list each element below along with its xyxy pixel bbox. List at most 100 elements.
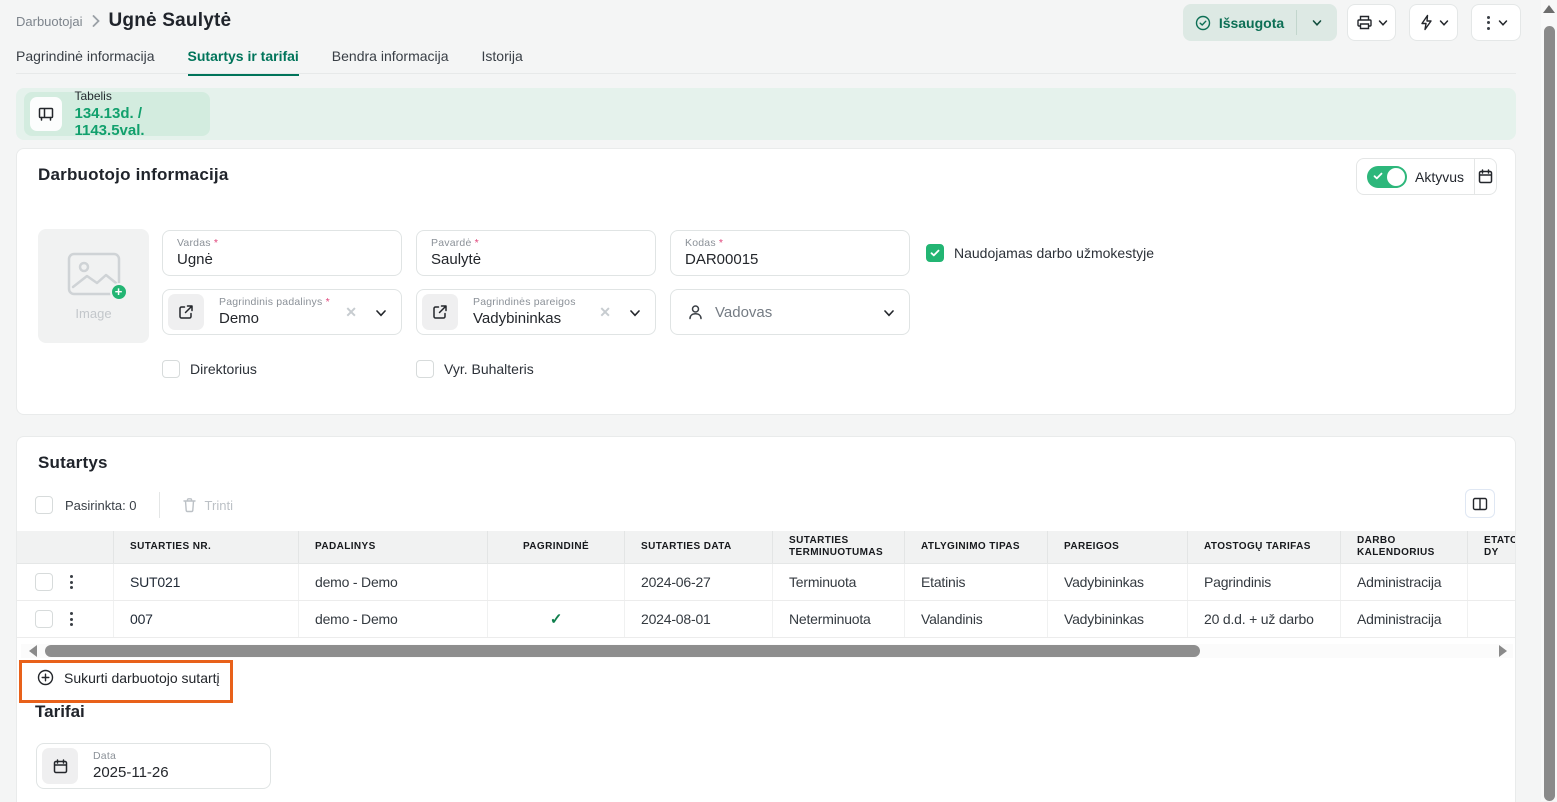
- header-pagrindine[interactable]: PAGRINDINĖ: [487, 531, 624, 563]
- code-label: Kodas: [685, 237, 716, 249]
- kebab-icon: [1484, 13, 1493, 33]
- first-name-label: Vardas: [177, 237, 211, 249]
- save-status-main[interactable]: Išsaugota: [1183, 4, 1296, 41]
- code-field[interactable]: Kodas * DAR00015: [670, 230, 910, 276]
- manager-placeholder: Vadovas: [715, 304, 772, 321]
- manager-select[interactable]: Vadovas: [670, 289, 910, 335]
- header-padalinys[interactable]: PADALINYS: [298, 531, 487, 563]
- breadcrumb: Darbuotojai Ugnė Saulytė: [16, 10, 231, 32]
- timesheet-chip[interactable]: Tabelis 134.13d. / 1143.5val.: [24, 92, 210, 136]
- vertical-scrollbar[interactable]: [1541, 0, 1557, 801]
- tab-istorija[interactable]: Istorija: [482, 48, 523, 76]
- row-checkbox[interactable]: [35, 573, 53, 591]
- external-link-icon: [432, 304, 448, 320]
- chevron-down-icon[interactable]: [375, 307, 387, 319]
- check-icon: [1372, 170, 1384, 182]
- printer-icon: [1356, 14, 1373, 31]
- header-pareigos[interactable]: PAREIGOS: [1047, 531, 1187, 563]
- tab-bendra-informacija[interactable]: Bendra informacija: [332, 48, 449, 76]
- lightning-icon: [1419, 14, 1434, 31]
- horizontal-scrollbar-thumb[interactable]: [45, 645, 1200, 657]
- active-toggle-group: Aktyvus: [1356, 158, 1497, 195]
- required-asterisk: *: [475, 237, 479, 249]
- header-etato-dydis[interactable]: ETATO DY: [1467, 531, 1515, 563]
- more-menu-button[interactable]: [1471, 4, 1521, 41]
- create-contract-button[interactable]: Sukurti darbuotojo sutartį: [37, 669, 220, 686]
- director-checkbox[interactable]: Direktorius: [162, 360, 257, 378]
- external-link-icon: [178, 304, 194, 320]
- header-terminuotumas[interactable]: SUTARTIES TERMINUOTUMAS: [772, 531, 904, 563]
- cell-darbo-kalendorius: Administracija: [1340, 601, 1467, 637]
- breadcrumb-parent-link[interactable]: Darbuotojai: [16, 14, 83, 29]
- table-row[interactable]: SUT021 demo - Demo 2024-06-27 Terminuota…: [17, 564, 1515, 601]
- activity-calendar-button[interactable]: [1475, 159, 1496, 195]
- position-select[interactable]: Pagrindinės pareigos Vadybininkas ✕: [416, 289, 656, 335]
- cell-sutarties-data: 2024-06-27: [624, 564, 772, 600]
- chevron-down-icon: [1378, 18, 1388, 28]
- cell-terminuotumas: Terminuota: [772, 564, 904, 600]
- save-status-button[interactable]: Išsaugota: [1183, 4, 1337, 41]
- row-menu-icon[interactable]: [67, 572, 76, 592]
- vertical-scrollbar-thumb[interactable]: [1544, 26, 1555, 801]
- cell-atostogu-tarifas: 20 d.d. + už darbo: [1187, 601, 1340, 637]
- contracts-table: SUTARTIES NR. PADALINYS PAGRINDINĖ SUTAR…: [17, 531, 1515, 638]
- chevron-down-icon[interactable]: [883, 307, 895, 319]
- cell-pagrindine: ✓: [487, 601, 624, 637]
- save-options-dropdown[interactable]: [1297, 4, 1337, 41]
- delete-button[interactable]: Trinti: [182, 497, 233, 513]
- last-name-field[interactable]: Pavardė * Saulytė: [416, 230, 656, 276]
- header-atostogu-tarifas[interactable]: ATOSTOGŲ TARIFAS: [1187, 531, 1340, 563]
- timesheet-iconbox: [30, 97, 62, 131]
- checkbox-checked-icon: [926, 244, 944, 262]
- active-toggle-label: Aktyvus: [1415, 169, 1464, 185]
- department-select[interactable]: Pagrindinis padalinys * Demo ✕: [162, 289, 402, 335]
- select-all-checkbox[interactable]: [35, 496, 53, 514]
- checkbox-unchecked-icon: [416, 360, 434, 378]
- first-name-field[interactable]: Vardas * Ugnė: [162, 230, 402, 276]
- cell-terminuotumas: Neterminuota: [772, 601, 904, 637]
- chief-accountant-checkbox-label: Vyr. Buhalteris: [444, 361, 534, 377]
- scroll-up-arrow[interactable]: [1543, 5, 1555, 13]
- timesheet-value: 134.13d. / 1143.5val.: [74, 105, 210, 139]
- cell-pagrindine: [487, 564, 624, 600]
- chevron-down-icon[interactable]: [629, 307, 641, 319]
- quick-actions-button[interactable]: [1409, 4, 1458, 41]
- code-value: DAR00015: [685, 251, 758, 268]
- last-name-value: Saulytė: [431, 251, 481, 268]
- clear-icon[interactable]: ✕: [599, 304, 611, 321]
- table-header-row: SUTARTIES NR. PADALINYS PAGRINDINĖ SUTAR…: [17, 531, 1515, 564]
- cell-sutarties-nr: 007: [113, 601, 298, 637]
- open-record-button[interactable]: [168, 294, 204, 330]
- cell-etatas: [1467, 601, 1515, 637]
- timesheet-title: Tabelis: [74, 89, 210, 103]
- scroll-right-arrow[interactable]: [1499, 645, 1507, 657]
- employee-info-card: Darbuotojo informacija Aktyvus + Image V…: [16, 148, 1516, 415]
- header-sutarties-nr[interactable]: SUTARTIES NR.: [113, 531, 298, 563]
- cell-atlyginimo-tipas: Valandinis: [904, 601, 1047, 637]
- row-menu-icon[interactable]: [67, 609, 76, 629]
- tab-sutartys-ir-tarifai[interactable]: Sutartys ir tarifai: [188, 48, 299, 76]
- tariff-date-field[interactable]: Data 2025-11-26: [36, 743, 271, 789]
- chief-accountant-checkbox[interactable]: Vyr. Buhalteris: [416, 360, 534, 378]
- print-button[interactable]: [1347, 4, 1396, 41]
- payroll-checkbox[interactable]: Naudojamas darbo užmokestyje: [926, 244, 1154, 262]
- header-darbo-kalendorius[interactable]: DARBO KALENDORIUS: [1340, 531, 1467, 563]
- director-checkbox-label: Direktorius: [190, 361, 257, 377]
- save-status-label: Išsaugota: [1219, 15, 1284, 31]
- chevron-down-icon: [1439, 18, 1449, 28]
- date-iconbox[interactable]: [42, 748, 78, 784]
- header-atlyginimo-tipas[interactable]: ATLYGINIMO TIPAS: [904, 531, 1047, 563]
- tab-pagrindine-informacija[interactable]: Pagrindinė informacija: [16, 48, 155, 76]
- cell-pareigos: Vadybininkas: [1047, 564, 1187, 600]
- employee-photo-upload[interactable]: + Image: [38, 229, 149, 343]
- table-row[interactable]: 007 demo - Demo ✓ 2024-08-01 Neterminuot…: [17, 601, 1515, 638]
- horizontal-scrollbar[interactable]: [21, 644, 1513, 658]
- scroll-left-arrow[interactable]: [29, 645, 37, 657]
- column-settings-button[interactable]: [1465, 489, 1495, 518]
- header-sutarties-data[interactable]: SUTARTIES DATA: [624, 531, 772, 563]
- active-toggle[interactable]: [1367, 166, 1407, 188]
- open-record-button[interactable]: [422, 294, 458, 330]
- row-checkbox[interactable]: [35, 610, 53, 628]
- clear-icon[interactable]: ✕: [345, 304, 357, 321]
- columns-icon: [1472, 497, 1488, 511]
